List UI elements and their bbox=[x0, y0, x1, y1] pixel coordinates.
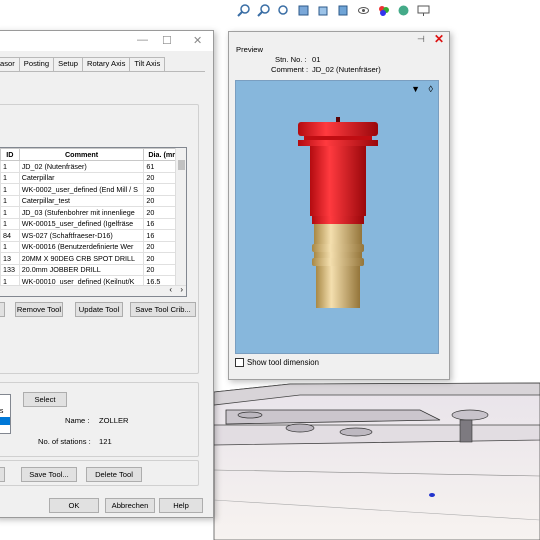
pin-icon[interactable]: ⊣ bbox=[417, 34, 425, 45]
library-list-selected[interactable] bbox=[0, 417, 10, 425]
show-dimension-label: Show tool dimension bbox=[247, 358, 319, 367]
cell-id: 1 bbox=[0, 160, 20, 173]
name-label: Name : bbox=[65, 416, 90, 425]
column-header-comment[interactable]: Comment bbox=[18, 148, 145, 161]
table-header-row: ID Comment Dia. (mm) bbox=[0, 148, 186, 161]
preview-title: Preview bbox=[236, 45, 264, 54]
maximize-icon[interactable]: ☐ bbox=[162, 34, 172, 47]
tab-setup[interactable]: Setup bbox=[53, 57, 83, 71]
scroll-left-icon[interactable]: ‹ bbox=[169, 285, 172, 294]
help-button[interactable]: Help bbox=[159, 498, 203, 513]
delete-tool-button[interactable]: Delete Tool bbox=[86, 467, 142, 482]
horizontal-scrollbar[interactable]: ‹ › bbox=[0, 285, 186, 296]
tab-strip: asor Posting Setup Rotary Axis Tilt Axis bbox=[0, 57, 166, 71]
tool-rows: 1 JD_02 (Nutenfräser) 61 1 Caterpillar 20 1 WK-… bbox=[0, 160, 186, 296]
tab-tilt-axis[interactable]: Tilt Axis bbox=[129, 57, 166, 71]
library-list[interactable]: es bbox=[0, 394, 11, 434]
cancel-button[interactable]: Abbrechen bbox=[105, 498, 155, 513]
cell-id: 13 bbox=[0, 252, 20, 265]
table-row[interactable]: 1 WK-00016 (Benutzerdefinierte Wer 20 bbox=[0, 240, 186, 253]
cell-comment: 20MM X 90DEG CRB SPOT DRILL bbox=[18, 252, 145, 265]
save-tool-crib-button[interactable]: Save Tool Crib... bbox=[130, 302, 196, 317]
add-tool-button[interactable] bbox=[0, 302, 5, 317]
cell-id: 1 bbox=[0, 217, 20, 230]
table-row[interactable]: 13 20MM X 90DEG CRB SPOT DRILL 20 bbox=[0, 252, 186, 265]
cell-comment: 20.0mm JOBBER DRILL bbox=[18, 263, 145, 276]
station-number-value: 01 bbox=[312, 55, 321, 64]
table-row[interactable]: 1 WK-00015_user_defined (Igelfräse 16 bbox=[0, 217, 186, 230]
remove-tool-button[interactable]: Remove Tool bbox=[15, 302, 63, 317]
cell-comment: WS-027 (Schaftfraeser-D16) bbox=[18, 229, 145, 242]
close-preview-icon[interactable]: ✕ bbox=[434, 32, 444, 46]
tab-sensor[interactable]: asor bbox=[0, 57, 20, 71]
table-row[interactable]: 84 WS-027 (Schaftfraeser-D16) 16 bbox=[0, 229, 186, 242]
ok-button[interactable]: OK bbox=[49, 498, 99, 513]
update-tool-button[interactable]: Update Tool bbox=[75, 302, 123, 317]
name-value: ZOLLER bbox=[99, 416, 129, 425]
tool-table[interactable]: ID Comment Dia. (mm) 1 JD_02 (Nutenfräser… bbox=[0, 147, 187, 297]
tab-posting[interactable]: Posting bbox=[18, 57, 55, 71]
cell-comment: Caterpillar bbox=[18, 171, 145, 184]
comment-value: JD_02 (Nutenfräser) bbox=[312, 65, 381, 74]
scroll-right-icon[interactable]: › bbox=[180, 285, 183, 294]
vertical-scrollbar[interactable] bbox=[175, 148, 186, 286]
cell-id: 133 bbox=[0, 263, 20, 276]
cell-id: 1 bbox=[0, 183, 20, 196]
save-tool-button[interactable]: Save Tool... bbox=[21, 467, 77, 482]
cell-comment: WK-0002_user_defined (End Mill / S bbox=[18, 183, 145, 196]
cell-id: 84 bbox=[0, 229, 20, 242]
table-row[interactable]: 1 WK-0002_user_defined (End Mill / S 20 bbox=[0, 183, 186, 196]
scroll-thumb[interactable] bbox=[178, 160, 185, 170]
cell-comment: Caterpillar_test bbox=[18, 194, 145, 207]
show-dimension-checkbox[interactable] bbox=[235, 358, 244, 367]
table-row[interactable]: 1 JD_03 (Stufenbohrer mit innenliege 20 bbox=[0, 206, 186, 219]
cell-id: 1 bbox=[0, 194, 20, 207]
comment-label: Comment : bbox=[271, 65, 309, 74]
station-number-label: Stn. No. : bbox=[275, 55, 307, 64]
tool-preview-canvas[interactable]: ▼ ◊ bbox=[235, 80, 439, 354]
stations-value: 121 bbox=[99, 437, 112, 446]
close-icon[interactable]: ✕ bbox=[193, 34, 202, 47]
stations-label: No. of stations : bbox=[38, 437, 91, 446]
tab-rotary-axis[interactable]: Rotary Axis bbox=[81, 57, 131, 71]
table-row[interactable]: 1 Caterpillar 20 bbox=[0, 171, 186, 184]
table-row[interactable]: 1 JD_02 (Nutenfräser) 61 bbox=[0, 160, 186, 173]
cell-comment: WK-00015_user_defined (Igelfräse bbox=[18, 217, 145, 230]
load-tool-button[interactable] bbox=[0, 467, 5, 482]
library-list-item[interactable]: es bbox=[0, 408, 3, 415]
tab-panel: ID Comment Dia. (mm) 1 JD_02 (Nutenfräser… bbox=[0, 71, 205, 519]
cell-id: 1 bbox=[0, 240, 20, 253]
show-dimension-option[interactable]: Show tool dimension bbox=[235, 358, 319, 367]
preview-panel: Preview ⊣ ✕ Stn. No. : 01 Comment : JD_0… bbox=[228, 31, 450, 380]
cell-comment: WK-00016 (Benutzerdefinierte Wer bbox=[18, 240, 145, 253]
minimize-icon[interactable]: — bbox=[137, 34, 148, 46]
table-row[interactable]: 133 20.0mm JOBBER DRILL 20 bbox=[0, 263, 186, 276]
cell-comment: JD_02 (Nutenfräser) bbox=[18, 160, 145, 173]
cell-comment: JD_03 (Stufenbohrer mit innenliege bbox=[18, 206, 145, 219]
cell-id: 1 bbox=[0, 206, 20, 219]
dialog-titlebar[interactable]: — ☐ ✕ bbox=[0, 31, 213, 51]
column-header-id[interactable]: ID bbox=[0, 148, 20, 161]
tool-3d-model bbox=[298, 117, 378, 308]
table-row[interactable]: 1 Caterpillar_test 20 bbox=[0, 194, 186, 207]
select-button[interactable]: Select bbox=[23, 392, 67, 407]
cell-id: 1 bbox=[0, 171, 20, 184]
tool-manager-dialog: — ☐ ✕ asor Posting Setup Rotary Axis Til… bbox=[0, 30, 214, 518]
